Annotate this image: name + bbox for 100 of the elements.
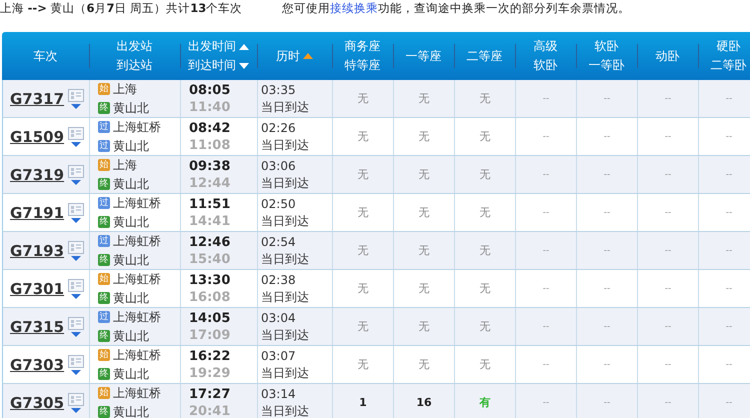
caret-icon[interactable] — [71, 332, 82, 336]
arrival-day-text: 当日到达 — [261, 364, 309, 382]
station-name: 黄山北 — [113, 252, 149, 268]
column-header: 车次 — [34, 48, 58, 64]
train-number-link[interactable]: G7319 — [10, 166, 64, 184]
train-number-link[interactable]: G7317 — [10, 90, 64, 108]
seat-availability: -- — [664, 322, 672, 332]
column-header: 二等卧 — [710, 57, 746, 74]
info-card-icon[interactable] — [68, 202, 84, 216]
seat-availability: -- — [664, 360, 672, 370]
station-badge: 过 — [98, 197, 110, 209]
column-header: 一等卧 — [588, 57, 624, 74]
column-header: 特等座 — [344, 57, 380, 74]
seat-availability: -- — [542, 322, 550, 332]
duration-text: 03:14 — [261, 386, 296, 402]
seat-availability: -- — [726, 132, 732, 142]
station-badge: 始 — [98, 349, 110, 361]
seat-availability: 无 — [358, 281, 368, 296]
arrival-time: 14:41 — [189, 212, 230, 230]
column-header: 硬卧 — [716, 38, 740, 55]
arrival-day-text: 当日到达 — [261, 250, 309, 268]
train-number-link[interactable]: G7301 — [10, 280, 64, 298]
seat-availability: 无 — [418, 129, 430, 144]
sort-up-icon[interactable] — [239, 42, 249, 50]
info-card-icon[interactable] — [68, 88, 84, 102]
train-number-link[interactable]: G7191 — [10, 204, 64, 222]
duration-text: 03:35 — [261, 82, 296, 98]
info-card-icon[interactable] — [68, 126, 84, 140]
station-name: 黄山北 — [113, 328, 149, 344]
info-card-icon[interactable] — [68, 164, 84, 178]
seat-availability: 无 — [358, 243, 368, 258]
seat-availability: 无 — [480, 205, 490, 220]
departure-time: 12:46 — [189, 234, 230, 250]
station-badge: 过 — [98, 311, 110, 323]
column-header: 软卧 — [534, 57, 558, 74]
train-number-link[interactable]: G7193 — [10, 242, 64, 260]
station-name: 上海虹桥 — [113, 308, 161, 326]
arrival-day-text: 当日到达 — [261, 174, 309, 192]
arrival-day-text: 当日到达 — [261, 402, 309, 418]
seat-availability: 无 — [418, 357, 430, 372]
caret-icon[interactable] — [71, 104, 82, 108]
caret-icon[interactable] — [71, 408, 82, 412]
seat-availability: 无 — [418, 205, 430, 220]
column-header[interactable]: 到达时间 — [188, 56, 236, 75]
seat-availability[interactable]: 1 — [359, 396, 367, 409]
duration-text: 03:07 — [261, 348, 296, 364]
caret-icon[interactable] — [71, 142, 82, 146]
seat-availability: 无 — [480, 357, 490, 372]
arrival-time: 16:08 — [189, 288, 230, 306]
arrival-time: 19:29 — [189, 364, 230, 382]
seat-availability: -- — [726, 398, 732, 408]
station-badge: 始 — [98, 273, 110, 285]
caret-icon[interactable] — [71, 180, 82, 184]
station-badge: 终 — [98, 216, 110, 228]
station-badge: 终 — [98, 178, 110, 190]
seat-availability: 无 — [358, 167, 368, 182]
station-name: 上海虹桥 — [113, 384, 161, 402]
info-card-icon[interactable] — [68, 354, 84, 368]
column-header: 出发站 — [116, 38, 152, 55]
duration-text: 02:50 — [261, 196, 296, 212]
seat-availability: -- — [542, 208, 550, 218]
caret-icon[interactable] — [71, 256, 82, 260]
seat-availability: 无 — [358, 205, 368, 220]
seat-availability: -- — [542, 246, 550, 256]
info-card-icon[interactable] — [68, 316, 84, 330]
station-name: 黄山北 — [113, 404, 149, 418]
train-number-link[interactable]: G7315 — [10, 318, 64, 336]
seat-availability[interactable]: 16 — [416, 396, 432, 409]
caret-icon[interactable] — [71, 370, 82, 374]
seat-availability: 无 — [418, 91, 430, 106]
caret-icon[interactable] — [71, 218, 82, 222]
column-header[interactable]: 历时 — [276, 46, 300, 66]
caret-icon[interactable] — [71, 294, 82, 298]
train-number-link[interactable]: G7305 — [10, 394, 64, 412]
seat-availability: -- — [726, 246, 732, 256]
seat-availability: -- — [542, 170, 550, 180]
arrival-time: 11:08 — [189, 136, 230, 154]
sort-down-icon[interactable] — [239, 62, 249, 70]
info-card-icon[interactable] — [68, 278, 84, 292]
train-number-link[interactable]: G7303 — [10, 356, 64, 374]
seat-availability: 无 — [358, 129, 368, 144]
train-number-link[interactable]: G1509 — [10, 128, 64, 146]
seat-availability: -- — [604, 132, 610, 142]
info-card-icon[interactable] — [68, 392, 84, 406]
duration-text: 02:26 — [261, 120, 296, 136]
seat-availability: 无 — [358, 357, 368, 372]
station-name: 黄山北 — [113, 290, 149, 306]
transfer-notice: 您可使用接续换乘功能，查询途中换乘一次的部分列车余票情况。 — [282, 0, 630, 16]
seat-availability: 无 — [480, 167, 490, 182]
station-badge: 过 — [98, 121, 110, 133]
arrival-day-text: 当日到达 — [261, 288, 309, 306]
transfer-link[interactable]: 接续换乘 — [330, 0, 378, 14]
seat-availability: -- — [726, 208, 732, 218]
info-card-icon[interactable] — [68, 240, 84, 254]
seat-availability: -- — [726, 284, 732, 294]
seat-availability: -- — [664, 398, 672, 408]
arrival-time: 11:40 — [189, 98, 230, 116]
seat-availability: 无 — [418, 281, 430, 296]
seat-availability: -- — [604, 284, 610, 294]
station-name: 上海虹桥 — [113, 194, 161, 212]
